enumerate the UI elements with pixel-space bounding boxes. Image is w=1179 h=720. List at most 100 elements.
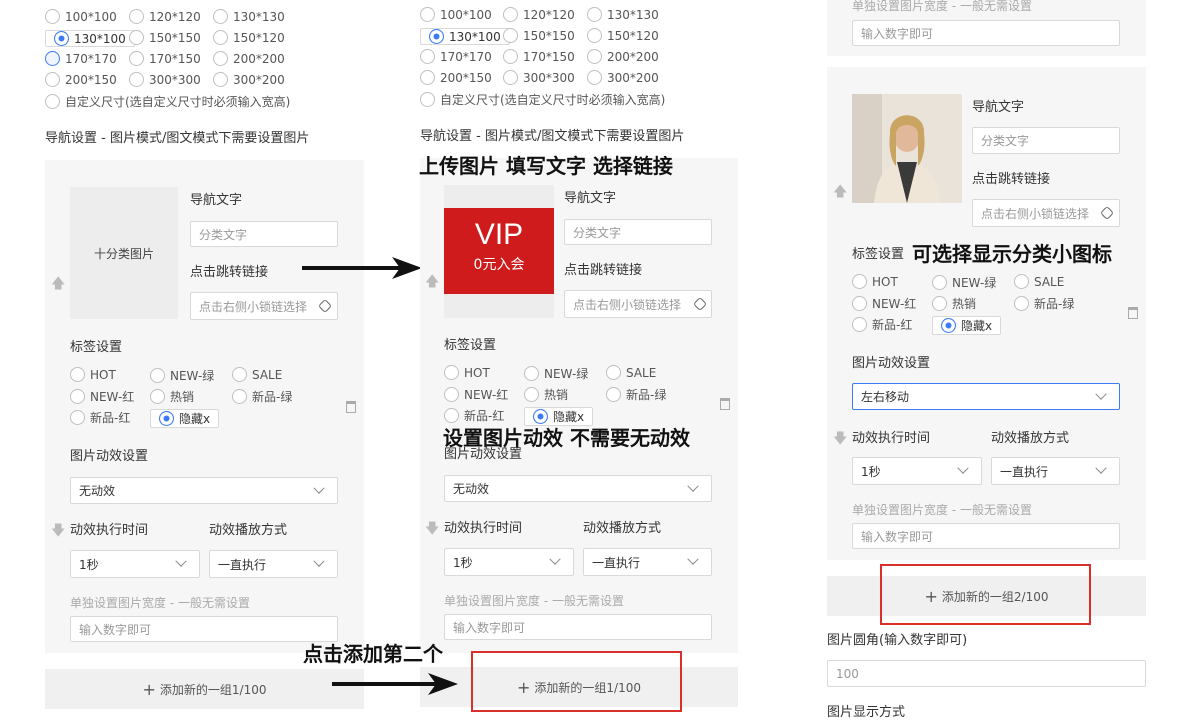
size-radio-170x170[interactable]: 170*170 [45,51,117,66]
tag-radio-sale[interactable]: SALE [232,367,282,382]
size-radio-100x100[interactable]: 100*100 [45,9,117,24]
size-radio-300x300[interactable]: 300*300 [129,72,201,87]
size-radio-120x120[interactable]: 120*120 [129,9,201,24]
tag-radio-new-product-green[interactable]: 新品-绿 [232,388,292,405]
tag-radio-hot[interactable]: HOT [852,274,898,289]
trash-icon[interactable] [1128,307,1138,319]
move-up-icon[interactable]: 🡅 [425,271,439,295]
size-radio-130x100[interactable]: 130*100 [45,30,135,47]
tag-radio-new-product-red[interactable]: 新品-红 [70,409,130,426]
chevron-down-icon [1095,462,1107,474]
anim-select[interactable]: 无动效 [70,477,338,504]
radio-circle-icon [232,389,247,404]
image-uploader[interactable]: 十分类图片 [70,187,178,319]
width-input[interactable]: 输入数字即可 [852,20,1120,46]
width-input[interactable]: 输入数字即可 [70,616,338,642]
tag-radio-new-red[interactable]: NEW-红 [444,386,508,403]
tag-radio-sale[interactable]: SALE [1014,274,1064,289]
vip-image[interactable]: VIP 0元入会 [444,208,554,294]
tag-radio-hot-sale[interactable]: 热销 [932,295,976,312]
radio-circle-icon [852,317,867,332]
size-radio-custom[interactable]: 自定义尺寸(选自定义尺寸时必须输入宽高) [45,93,290,110]
size-radio-300x200[interactable]: 300*200 [587,70,659,85]
size-radio-150x120[interactable]: 150*120 [587,28,659,43]
play-mode-select[interactable]: 一直执行 [991,457,1120,485]
tag-radio-new-green[interactable]: NEW-绿 [932,274,996,291]
size-radio-300x200[interactable]: 300*200 [213,72,285,87]
jump-link-label: 点击跳转链接 [972,172,1051,187]
tag-radio-new-product-green[interactable]: 新品-绿 [1014,295,1074,312]
exec-time-select[interactable]: 1秒 [70,550,200,578]
radio-circle-icon [1014,274,1029,289]
size-radio-150x120[interactable]: 150*120 [213,30,285,45]
product-photo[interactable] [852,94,962,203]
move-up-icon[interactable]: 🡅 [833,181,847,205]
nav-section-title: 导航设置 - 图片模式/图文模式下需要设置图片 [45,131,310,146]
size-radio-custom[interactable]: 自定义尺寸(选自定义尺寸时必须输入宽高) [420,91,665,108]
exec-time-label: 动效执行时间 [70,523,149,538]
exec-time-select[interactable]: 1秒 [444,548,574,576]
tag-radio-hot[interactable]: HOT [70,367,116,382]
play-mode-select[interactable]: 一直执行 [583,548,712,576]
radio-circle-icon [213,30,228,45]
move-down-icon[interactable]: 🡇 [51,520,65,544]
size-radio-150x150[interactable]: 150*150 [503,28,575,43]
tag-radio-hot-sale[interactable]: 热销 [524,386,568,403]
tag-radio-new-green[interactable]: NEW-绿 [150,367,214,384]
size-radio-120x120[interactable]: 120*120 [503,7,575,22]
corner-radius-input[interactable]: 100 [827,660,1146,687]
size-radio-130x130[interactable]: 130*130 [213,9,285,24]
move-up-icon[interactable]: 🡅 [51,273,65,297]
nav-text-input[interactable]: 分类文字 [564,219,712,245]
trash-icon[interactable] [346,401,356,413]
size-radio-200x150[interactable]: 200*150 [420,70,492,85]
nav-text-input[interactable]: 分类文字 [190,221,338,247]
radio-circle-icon [429,29,444,44]
move-down-icon[interactable]: 🡇 [833,428,847,452]
tag-radio-new-red[interactable]: NEW-红 [70,388,134,405]
size-radio-170x150[interactable]: 170*150 [129,51,201,66]
jump-link-input[interactable]: 点击右侧小锁链选择 [972,199,1120,227]
size-radio-150x150[interactable]: 150*150 [129,30,201,45]
radio-circle-icon [606,387,621,402]
radio-circle-icon [420,49,435,64]
tag-radio-sale[interactable]: SALE [606,365,656,380]
radio-circle-icon [150,368,165,383]
annotation-upload: 上传图片 填写文字 选择链接 [419,154,673,178]
tag-radio-new-red[interactable]: NEW-红 [852,295,916,312]
nav-text-input[interactable]: 分类文字 [972,127,1120,154]
size-radio-170x150[interactable]: 170*150 [503,49,575,64]
tag-radio-hidden[interactable]: 隐藏x [932,316,1002,335]
size-radio-130x130[interactable]: 130*130 [587,7,659,22]
size-radio-200x200[interactable]: 200*200 [587,49,659,64]
play-mode-select[interactable]: 一直执行 [209,550,338,578]
tag-radio-hidden[interactable]: 隐藏x [150,409,220,428]
tag-radio-hot-sale[interactable]: 热销 [150,388,194,405]
tag-radio-new-product-red[interactable]: 新品-红 [852,316,912,333]
jump-link-input[interactable]: 点击右侧小锁链选择 [564,290,712,318]
tag-radio-hot[interactable]: HOT [444,365,490,380]
radio-circle-icon [54,31,69,46]
width-input[interactable]: 输入数字即可 [444,614,712,640]
size-radio-300x300[interactable]: 300*300 [503,70,575,85]
jump-link-input[interactable]: 点击右侧小锁链选择 [190,292,338,320]
tag-radio-new-product-green[interactable]: 新品-绿 [606,386,666,403]
size-radio-100x100[interactable]: 100*100 [420,7,492,22]
radio-circle-icon [129,9,144,24]
annotation-anim: 设置图片动效 不需要无动效 [443,426,690,450]
tag-radio-new-green[interactable]: NEW-绿 [524,365,588,382]
size-radio-200x150[interactable]: 200*150 [45,72,117,87]
trash-icon[interactable] [720,398,730,410]
annotation-add-second: 点击添加第二个 [303,642,443,666]
radio-circle-icon [213,51,228,66]
exec-time-select[interactable]: 1秒 [852,457,982,485]
size-radio-200x200[interactable]: 200*200 [213,51,285,66]
anim-select[interactable]: 无动效 [444,475,712,502]
width-label: 单独设置图片宽度 - 一般无需设置 [852,503,1032,517]
size-radio-130x100[interactable]: 130*100 [420,28,510,45]
add-group-button-1[interactable]: + 添加新的一组1/100 [45,669,364,709]
width-input[interactable]: 输入数字即可 [852,523,1120,549]
anim-select[interactable]: 左右移动 [852,383,1120,410]
size-radio-170x170[interactable]: 170*170 [420,49,492,64]
move-down-icon[interactable]: 🡇 [425,518,439,542]
